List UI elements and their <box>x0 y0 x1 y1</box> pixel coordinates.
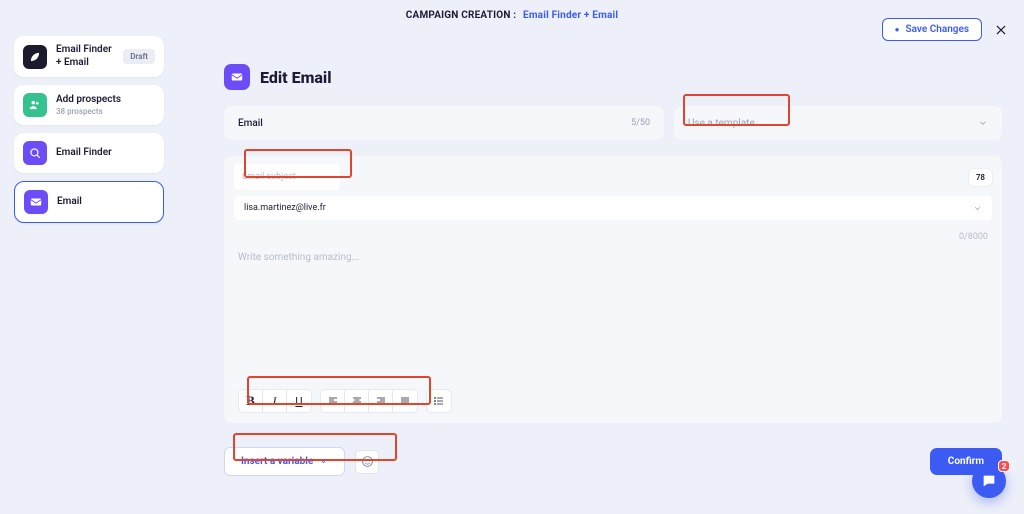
chat-fab[interactable]: 2 <box>972 464 1006 498</box>
chat-icon <box>981 473 997 489</box>
align-left-button[interactable] <box>321 390 345 412</box>
save-changes-label: Save Changes <box>905 24 969 35</box>
cloud-icon <box>895 24 900 35</box>
leaf-icon <box>23 45 47 69</box>
main-panel: Edit Email Email 5/50 Use a template 78 … <box>224 28 1010 476</box>
envelope-icon <box>224 64 250 90</box>
from-email-value: lisa.martinez@live.fr <box>244 203 326 213</box>
email-name-value: Email <box>238 118 263 129</box>
body-textarea[interactable]: Write something amazing... <box>224 243 1002 385</box>
step-label: Email Finder <box>56 147 112 160</box>
email-name-counter: 5/50 <box>631 118 650 128</box>
align-right-button[interactable] <box>369 390 393 412</box>
subject-input[interactable] <box>234 164 340 190</box>
insert-variable-label: Insert a variable <box>241 456 313 467</box>
email-name-field[interactable]: Email 5/50 <box>224 106 664 140</box>
step-label: Email <box>57 196 82 209</box>
smiley-icon <box>361 455 374 468</box>
bold-button[interactable]: B <box>239 390 263 412</box>
align-justify-button[interactable] <box>393 390 417 412</box>
step-email-finder[interactable]: Email Finder <box>14 133 164 173</box>
list-button[interactable] <box>427 390 451 412</box>
steps-sidebar: Email Finder + Email Draft Add prospects… <box>14 28 164 476</box>
underline-button[interactable]: U <box>287 390 311 412</box>
close-icon[interactable] <box>992 21 1010 39</box>
chat-badge: 2 <box>998 460 1010 472</box>
breadcrumb-label: CAMPAIGN CREATION : <box>406 10 517 21</box>
envelope-icon <box>24 190 48 214</box>
step-campaign-type[interactable]: Email Finder + Email Draft <box>14 36 164 77</box>
template-select[interactable]: Use a template <box>674 106 1002 140</box>
step-label: Email Finder + Email <box>56 44 114 69</box>
step-email[interactable]: Email <box>14 181 164 223</box>
save-changes-button[interactable]: Save Changes <box>882 18 982 41</box>
body-counter: 0/8000 <box>959 232 988 242</box>
search-person-icon <box>23 141 47 165</box>
people-icon <box>23 93 47 117</box>
align-center-button[interactable] <box>345 390 369 412</box>
insert-variable-button[interactable]: Insert a variable <box>224 447 345 476</box>
page-title: Edit Email <box>260 68 332 87</box>
italic-button[interactable]: I <box>263 390 287 412</box>
body-placeholder: Write something amazing... <box>238 252 360 263</box>
step-sublabel: 38 prospects <box>56 107 121 116</box>
format-toolbar: B I U <box>224 385 1002 419</box>
from-email-select[interactable]: lisa.martinez@live.fr <box>234 196 992 220</box>
emoji-button[interactable] <box>355 450 379 474</box>
breadcrumb-link[interactable]: Email Finder + Email <box>523 10 618 21</box>
chevron-down-icon <box>978 118 988 128</box>
step-label: Add prospects <box>56 94 121 107</box>
email-editor: 78 lisa.martinez@live.fr 0/8000 Write so… <box>224 156 1002 423</box>
draft-chip: Draft <box>123 49 155 64</box>
chevron-down-icon <box>973 204 982 213</box>
subject-counter-badge: 78 <box>969 169 992 186</box>
template-placeholder: Use a template <box>688 118 755 129</box>
chevron-down-icon <box>319 457 328 466</box>
step-add-prospects[interactable]: Add prospects 38 prospects <box>14 85 164 125</box>
breadcrumb: CAMPAIGN CREATION : Email Finder + Email… <box>0 0 1024 30</box>
